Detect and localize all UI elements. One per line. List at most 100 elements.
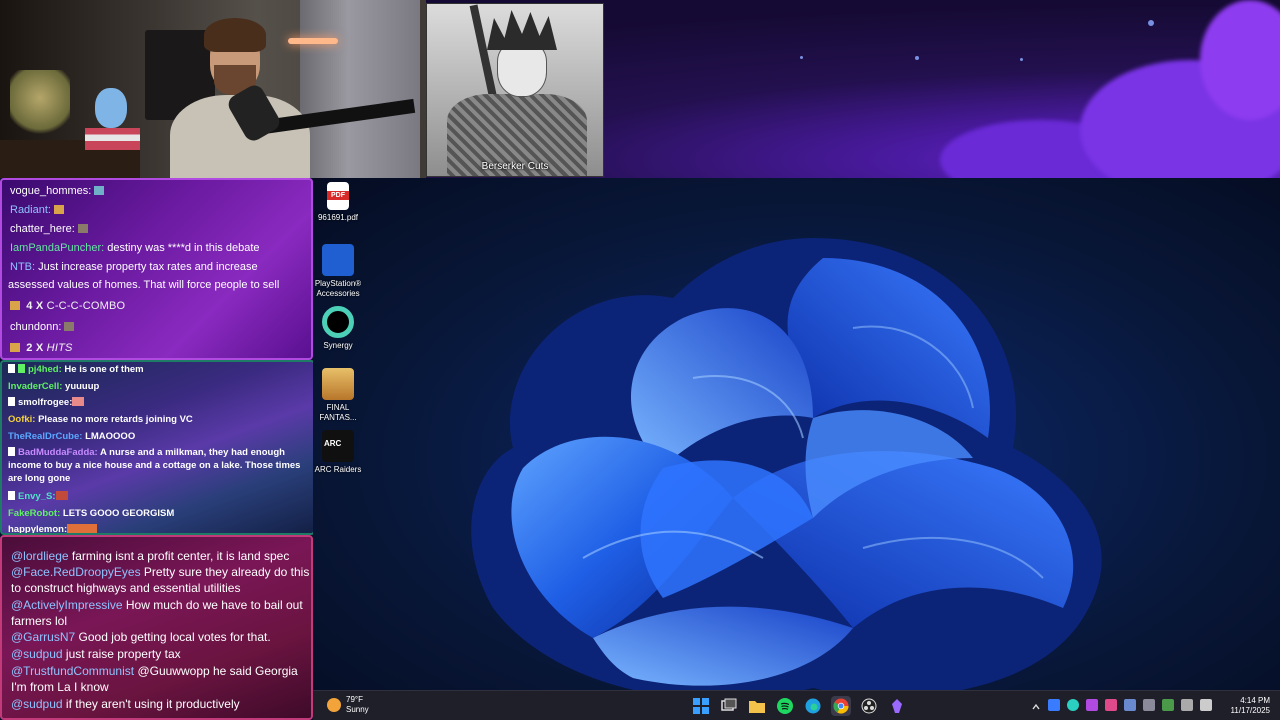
desktop-icon-final-fantasy[interactable]: FINAL FANTAS...	[313, 368, 367, 423]
chat-username: IamPandaPuncher:	[10, 242, 105, 254]
weather-temperature: 79°F	[346, 695, 363, 704]
manga-caption: Berserker Cuts	[481, 161, 549, 172]
combo-label: HITS	[46, 342, 73, 354]
plant	[10, 70, 70, 140]
edge-icon[interactable]	[803, 696, 823, 716]
chat-panel-top: vogue_hommes: Radiant: chatter_here: Iam…	[0, 178, 313, 360]
clock-date: 11/17/2025	[1230, 706, 1270, 715]
reply-message: @sudpud just raise property tax	[11, 646, 311, 662]
desktop-icon-label: Synergy	[323, 341, 353, 350]
weather-widget[interactable]: 79°F Sunny	[327, 695, 369, 715]
combo-label: C-C-C-COMBO	[46, 300, 126, 312]
manga-image: Berserker Cuts	[426, 3, 604, 177]
app-tray-icon[interactable]	[1105, 699, 1117, 711]
chat-message: Oofki: Please no more retards joining VC	[8, 414, 193, 425]
desktop-icon-label: ARC Raiders	[314, 465, 362, 474]
arc-raiders-icon: ARC	[322, 430, 354, 462]
chat-message: Radiant:	[10, 204, 67, 216]
chevron-up-icon[interactable]	[1031, 699, 1041, 711]
file-explorer-icon[interactable]	[747, 696, 767, 716]
streamer	[170, 10, 310, 178]
chat-text: destiny was ****d in this debate	[104, 242, 260, 254]
combo-x: X	[35, 342, 44, 354]
reply-text: if they aren't using it productively	[62, 697, 240, 711]
chat-message: TheRealDrCube: LMAOOOO	[8, 431, 135, 442]
desktop-icon-playstation[interactable]: PlayStation® Accessories	[313, 244, 367, 299]
settings-tray-icon[interactable]	[1143, 699, 1155, 711]
chat-message: Envy_S:	[8, 491, 71, 502]
chat-username: vogue_hommes:	[10, 185, 92, 197]
subscriber-badge-icon	[8, 491, 15, 500]
chat-username: happylemon:	[8, 524, 68, 535]
synergy-tray-icon[interactable]	[1067, 699, 1079, 711]
spotify-icon[interactable]	[775, 696, 795, 716]
chat-username: smolfrogee:	[18, 397, 73, 408]
reply-mention: @Face.RedDroopyEyes	[11, 565, 141, 579]
windows-start-icon[interactable]	[691, 696, 711, 716]
combo-emote-icon	[10, 343, 20, 352]
chat-message: chatter_here:	[10, 223, 91, 235]
combo-emote-icon	[10, 301, 20, 310]
desktop[interactable]: PDF 961691.pdf PlayStation® Accessories …	[313, 178, 1280, 690]
desktop-icon-synergy[interactable]: Synergy	[313, 306, 367, 351]
steam-icon[interactable]	[1124, 699, 1136, 711]
webcam-feed	[0, 0, 426, 178]
subscriber-badge-icon	[8, 397, 15, 406]
reply-mention: @sudpud	[11, 647, 63, 661]
screen: Berserker Cuts vogue_hommes: Radiant: ch…	[0, 0, 1280, 720]
system-tray	[1031, 699, 1212, 711]
clock[interactable]: 4:14 PM 11/17/2025	[1231, 696, 1270, 716]
plush-toy	[95, 88, 127, 128]
chat-username: Envy_S:	[18, 491, 56, 502]
subscriber-badge-icon	[8, 447, 15, 456]
reply-text: Good job getting local votes for that.	[75, 630, 271, 644]
background-shelf	[300, 0, 420, 178]
reply-mention: @sudpud	[11, 697, 63, 711]
chat-message: BadMuddaFadda: A nurse and a milkman, th…	[8, 446, 313, 485]
app-tray-icon[interactable]	[1086, 699, 1098, 711]
desktop-icon-pdf[interactable]: PDF 961691.pdf	[313, 182, 367, 223]
chrome-icon[interactable]	[831, 696, 851, 716]
desktop-icon-arc-raiders[interactable]: ARC ARC Raiders	[313, 430, 367, 475]
emote-icon	[94, 186, 105, 195]
chat-username: NTB:	[10, 261, 36, 273]
star-decoration	[800, 56, 803, 59]
reply-mention: @GarrusN7	[11, 630, 76, 644]
chat-text: Please no more retards joining VC	[35, 414, 193, 425]
combo-count: 2	[26, 342, 33, 354]
desktop-icon-label: PlayStation® Accessories	[314, 279, 362, 298]
chat-text: LETS GOOO GEORGISM	[60, 508, 175, 519]
combo-count: 4	[26, 300, 33, 312]
weather-condition: Sunny	[346, 705, 369, 714]
chat-username: InvaderCell:	[8, 381, 63, 392]
app-tray-icon[interactable]	[1162, 699, 1174, 711]
chat-username: Oofki:	[8, 414, 36, 425]
reply-text: farming isnt a profit center, it is land…	[68, 549, 290, 563]
chat-message: InvaderCell: yuuuup	[8, 381, 99, 392]
network-icon[interactable]	[1181, 699, 1193, 711]
chat-text: Just increase property tax rates and inc…	[35, 261, 258, 273]
task-view-icon[interactable]	[719, 696, 739, 716]
reply-message: @sudpud if they aren't using it producti…	[11, 696, 311, 712]
books	[85, 128, 140, 150]
pdf-file-icon: PDF	[327, 182, 349, 210]
bolt-icon[interactable]	[1048, 699, 1060, 711]
sun-icon	[327, 698, 341, 712]
volume-icon[interactable]	[1200, 699, 1212, 711]
chat-panel-bottom: @lordliege farming isnt a profit center,…	[0, 535, 313, 720]
streaming-app-icon[interactable]	[887, 696, 907, 716]
combo-banner: 2 X HITS	[10, 342, 73, 354]
clock-time: 4:14 PM	[1240, 696, 1270, 705]
desktop-icon-label: FINAL FANTAS...	[319, 403, 357, 422]
combo-x: X	[35, 300, 44, 312]
emote-icon	[72, 397, 85, 406]
reply-mention: @ActivelyImpressive	[11, 598, 123, 612]
chat-message: vogue_hommes:	[10, 185, 107, 197]
emote-icon	[67, 524, 98, 533]
chat-message: FakeRobot: LETS GOOO GEORGISM	[8, 508, 174, 519]
obs-icon[interactable]	[859, 696, 879, 716]
chat-message: NTB: Just increase property tax rates an…	[10, 261, 258, 273]
playstation-icon	[322, 244, 354, 276]
desktop-icon-label: 961691.pdf	[317, 213, 359, 222]
chat-username: Radiant:	[10, 204, 51, 216]
